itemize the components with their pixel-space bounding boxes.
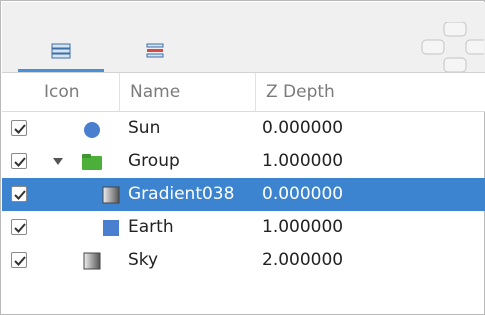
column-header-zdepth[interactable]: Z Depth [256,73,396,111]
checkmark-icon [14,157,26,167]
layer-row-group[interactable]: Group 1.000000 [2,145,485,178]
checkmark-icon [14,223,26,233]
layer-name: Group [128,151,180,171]
folder-icon [82,154,102,170]
checkmark-icon [14,190,26,200]
layer-visibility-checkbox[interactable] [11,153,27,169]
params-icon [146,43,164,58]
tab-params[interactable] [120,32,190,72]
column-header-icon[interactable]: Icon [38,73,120,111]
layer-row-earth[interactable]: Earth 1.000000 [2,211,485,244]
checkmark-icon [14,256,26,266]
column-header: Icon Name Z Depth [2,73,485,112]
layer-row-sky[interactable]: Sky 2.000000 [2,244,485,277]
layer-row-sun[interactable]: Sun 0.000000 [2,112,485,145]
active-tab-indicator [18,69,104,72]
layer-zdepth: 0.000000 [262,118,344,138]
expander-triangle-icon[interactable] [53,158,63,165]
checkmark-icon [14,124,26,134]
gradient-layer-icon [102,186,120,204]
layers-icon [51,43,71,59]
layer-zdepth: 1.000000 [262,151,344,171]
layer-visibility-checkbox[interactable] [11,252,27,268]
panel-toolbar [2,2,485,73]
panel-grip-icon[interactable] [420,21,485,73]
layer-zdepth: 0.000000 [262,184,344,204]
gradient-layer-icon [83,252,101,270]
column-header-name[interactable]: Name [120,73,256,111]
layer-zdepth: 2.000000 [262,250,344,270]
layer-visibility-checkbox[interactable] [11,186,27,202]
circle-layer-icon [84,122,100,138]
layer-visibility-checkbox[interactable] [11,219,27,235]
layers-panel: Icon Name Z Depth Sun 0.000000 Group 1.0… [0,0,485,315]
layer-name: Earth [128,217,174,237]
layer-name: Sun [128,118,161,138]
layer-zdepth: 1.000000 [262,217,344,237]
layer-name: Sky [128,250,159,270]
layer-row-gradient038[interactable]: Gradient038 0.000000 [2,178,485,211]
layer-name: Gradient038 [128,184,235,204]
layer-visibility-checkbox[interactable] [11,120,27,136]
tab-layers[interactable] [18,32,104,72]
rectangle-layer-icon [103,220,119,236]
